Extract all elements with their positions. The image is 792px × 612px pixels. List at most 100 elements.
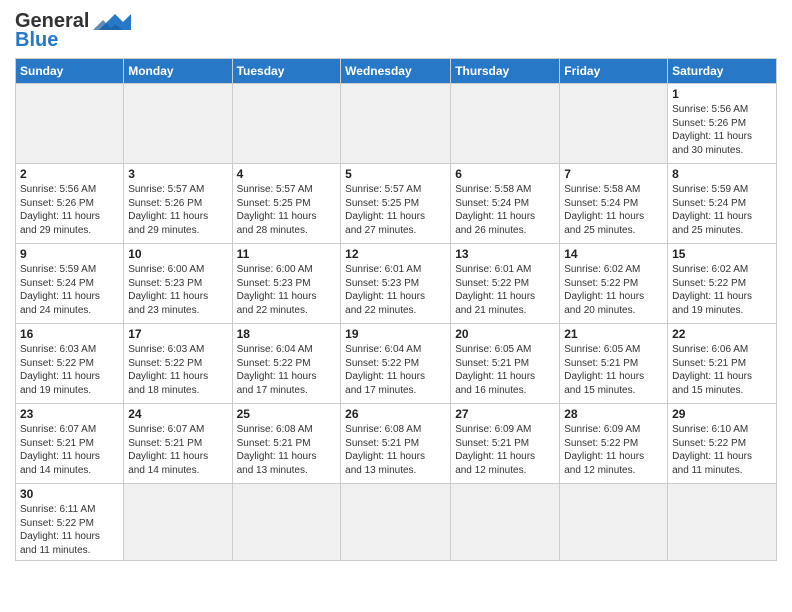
- day-number: 30: [20, 487, 119, 501]
- day-number: 23: [20, 407, 119, 421]
- calendar-cell: 5 Sunrise: 5:57 AM Sunset: 5:25 PM Daylig…: [341, 164, 451, 244]
- calendar-cell: 30 Sunrise: 6:11 AM Sunset: 5:22 PM Dayli…: [16, 484, 124, 561]
- weekday-header-row: SundayMondayTuesdayWednesdayThursdayFrid…: [16, 59, 777, 84]
- calendar-cell: 14Sunrise: 6:02 AM Sunset: 5:22 PM Dayli…: [560, 244, 668, 324]
- day-number: 10: [128, 247, 227, 261]
- day-info: Sunrise: 6:09 AM Sunset: 5:22 PM Dayligh…: [564, 423, 663, 477]
- day-info: Sunrise: 5:57 AM Sunset: 5:25 PM Dayligh…: [237, 183, 337, 237]
- logo: General Blue: [15, 10, 131, 50]
- day-info: Sunrise: 6:02 AM Sunset: 5:22 PM Dayligh…: [564, 263, 663, 317]
- calendar-cell: 12 Sunrise: 6:01 AM Sunset: 5:23 PM Dayli…: [341, 244, 451, 324]
- day-info: Sunrise: 5:58 AM Sunset: 5:24 PM Dayligh…: [564, 183, 663, 237]
- calendar-cell: [668, 484, 777, 561]
- day-number: 5: [345, 167, 446, 181]
- calendar-cell: 19 Sunrise: 6:04 AM Sunset: 5:22 PM Dayli…: [341, 324, 451, 404]
- day-info: Sunrise: 6:01 AM Sunset: 5:23 PM Dayligh…: [345, 263, 446, 317]
- calendar-cell: 4 Sunrise: 5:57 AM Sunset: 5:25 PM Daylig…: [232, 164, 341, 244]
- calendar-cell: [232, 484, 341, 561]
- calendar-cell: 3 Sunrise: 5:57 AM Sunset: 5:26 PM Daylig…: [124, 164, 232, 244]
- day-info: Sunrise: 6:10 AM Sunset: 5:22 PM Dayligh…: [672, 423, 772, 477]
- day-info: Sunrise: 6:07 AM Sunset: 5:21 PM Dayligh…: [128, 423, 227, 477]
- calendar-cell: 23 Sunrise: 6:07 AM Sunset: 5:21 PM Dayli…: [16, 404, 124, 484]
- weekday-header-monday: Monday: [124, 59, 232, 84]
- day-info: Sunrise: 6:02 AM Sunset: 5:22 PM Dayligh…: [672, 263, 772, 317]
- day-info: Sunrise: 5:56 AM Sunset: 5:26 PM Dayligh…: [672, 103, 772, 157]
- day-number: 21: [564, 327, 663, 341]
- calendar-week-6: 30 Sunrise: 6:11 AM Sunset: 5:22 PM Dayli…: [16, 484, 777, 561]
- calendar-cell: 22 Sunrise: 6:06 AM Sunset: 5:21 PM Dayli…: [668, 324, 777, 404]
- day-info: Sunrise: 6:01 AM Sunset: 5:22 PM Dayligh…: [455, 263, 555, 317]
- day-info: Sunrise: 6:05 AM Sunset: 5:21 PM Dayligh…: [455, 343, 555, 397]
- day-info: Sunrise: 5:59 AM Sunset: 5:24 PM Dayligh…: [672, 183, 772, 237]
- calendar-cell: 9Sunrise: 5:59 AM Sunset: 5:24 PM Daylig…: [16, 244, 124, 324]
- day-number: 18: [237, 327, 337, 341]
- day-number: 6: [455, 167, 555, 181]
- calendar-cell: [16, 84, 124, 164]
- calendar-cell: [560, 84, 668, 164]
- day-number: 22: [672, 327, 772, 341]
- calendar-week-2: 2Sunrise: 5:56 AM Sunset: 5:26 PM Daylig…: [16, 164, 777, 244]
- calendar-cell: 21 Sunrise: 6:05 AM Sunset: 5:21 PM Dayli…: [560, 324, 668, 404]
- day-number: 3: [128, 167, 227, 181]
- logo-icon: [93, 10, 131, 32]
- calendar-cell: 28 Sunrise: 6:09 AM Sunset: 5:22 PM Dayli…: [560, 404, 668, 484]
- day-number: 11: [237, 247, 337, 261]
- calendar-cell: [451, 84, 560, 164]
- calendar-cell: [232, 84, 341, 164]
- day-number: 19: [345, 327, 446, 341]
- calendar-cell: 2Sunrise: 5:56 AM Sunset: 5:26 PM Daylig…: [16, 164, 124, 244]
- day-info: Sunrise: 6:05 AM Sunset: 5:21 PM Dayligh…: [564, 343, 663, 397]
- calendar-cell: 17Sunrise: 6:03 AM Sunset: 5:22 PM Dayli…: [124, 324, 232, 404]
- day-number: 12: [345, 247, 446, 261]
- day-info: Sunrise: 6:11 AM Sunset: 5:22 PM Dayligh…: [20, 503, 119, 557]
- calendar-cell: [341, 484, 451, 561]
- calendar-cell: 6 Sunrise: 5:58 AM Sunset: 5:24 PM Daylig…: [451, 164, 560, 244]
- logo-general: General: [15, 11, 89, 31]
- day-info: Sunrise: 6:09 AM Sunset: 5:21 PM Dayligh…: [455, 423, 555, 477]
- day-number: 24: [128, 407, 227, 421]
- day-info: Sunrise: 6:04 AM Sunset: 5:22 PM Dayligh…: [345, 343, 446, 397]
- day-number: 1: [672, 87, 772, 101]
- calendar-cell: 29 Sunrise: 6:10 AM Sunset: 5:22 PM Dayli…: [668, 404, 777, 484]
- calendar-cell: [341, 84, 451, 164]
- calendar-cell: 24 Sunrise: 6:07 AM Sunset: 5:21 PM Dayli…: [124, 404, 232, 484]
- calendar-cell: 20 Sunrise: 6:05 AM Sunset: 5:21 PM Dayli…: [451, 324, 560, 404]
- calendar-cell: 27 Sunrise: 6:09 AM Sunset: 5:21 PM Dayli…: [451, 404, 560, 484]
- day-info: Sunrise: 6:08 AM Sunset: 5:21 PM Dayligh…: [345, 423, 446, 477]
- calendar-cell: 16Sunrise: 6:03 AM Sunset: 5:22 PM Dayli…: [16, 324, 124, 404]
- day-number: 15: [672, 247, 772, 261]
- calendar-cell: [124, 84, 232, 164]
- day-number: 8: [672, 167, 772, 181]
- day-info: Sunrise: 5:58 AM Sunset: 5:24 PM Dayligh…: [455, 183, 555, 237]
- day-number: 29: [672, 407, 772, 421]
- day-number: 27: [455, 407, 555, 421]
- page-header: General Blue: [15, 10, 777, 50]
- day-number: 9: [20, 247, 119, 261]
- day-info: Sunrise: 6:03 AM Sunset: 5:22 PM Dayligh…: [128, 343, 227, 397]
- logo-blue: Blue: [15, 30, 58, 50]
- day-info: Sunrise: 6:07 AM Sunset: 5:21 PM Dayligh…: [20, 423, 119, 477]
- calendar-cell: 15 Sunrise: 6:02 AM Sunset: 5:22 PM Dayli…: [668, 244, 777, 324]
- day-number: 7: [564, 167, 663, 181]
- calendar-cell: 7 Sunrise: 5:58 AM Sunset: 5:24 PM Daylig…: [560, 164, 668, 244]
- day-number: 4: [237, 167, 337, 181]
- day-info: Sunrise: 5:57 AM Sunset: 5:26 PM Dayligh…: [128, 183, 227, 237]
- day-info: Sunrise: 6:04 AM Sunset: 5:22 PM Dayligh…: [237, 343, 337, 397]
- day-info: Sunrise: 5:57 AM Sunset: 5:25 PM Dayligh…: [345, 183, 446, 237]
- weekday-header-tuesday: Tuesday: [232, 59, 341, 84]
- day-number: 28: [564, 407, 663, 421]
- calendar-cell: 18 Sunrise: 6:04 AM Sunset: 5:22 PM Dayli…: [232, 324, 341, 404]
- weekday-header-saturday: Saturday: [668, 59, 777, 84]
- weekday-header-friday: Friday: [560, 59, 668, 84]
- day-number: 13: [455, 247, 555, 261]
- day-number: 2: [20, 167, 119, 181]
- day-info: Sunrise: 6:03 AM Sunset: 5:22 PM Dayligh…: [20, 343, 119, 397]
- calendar-week-4: 16Sunrise: 6:03 AM Sunset: 5:22 PM Dayli…: [16, 324, 777, 404]
- calendar-cell: 8 Sunrise: 5:59 AM Sunset: 5:24 PM Daylig…: [668, 164, 777, 244]
- calendar-cell: 25Sunrise: 6:08 AM Sunset: 5:21 PM Dayli…: [232, 404, 341, 484]
- day-info: Sunrise: 6:06 AM Sunset: 5:21 PM Dayligh…: [672, 343, 772, 397]
- calendar-cell: [124, 484, 232, 561]
- day-number: 20: [455, 327, 555, 341]
- calendar-cell: 26Sunrise: 6:08 AM Sunset: 5:21 PM Dayli…: [341, 404, 451, 484]
- calendar-table: SundayMondayTuesdayWednesdayThursdayFrid…: [15, 58, 777, 561]
